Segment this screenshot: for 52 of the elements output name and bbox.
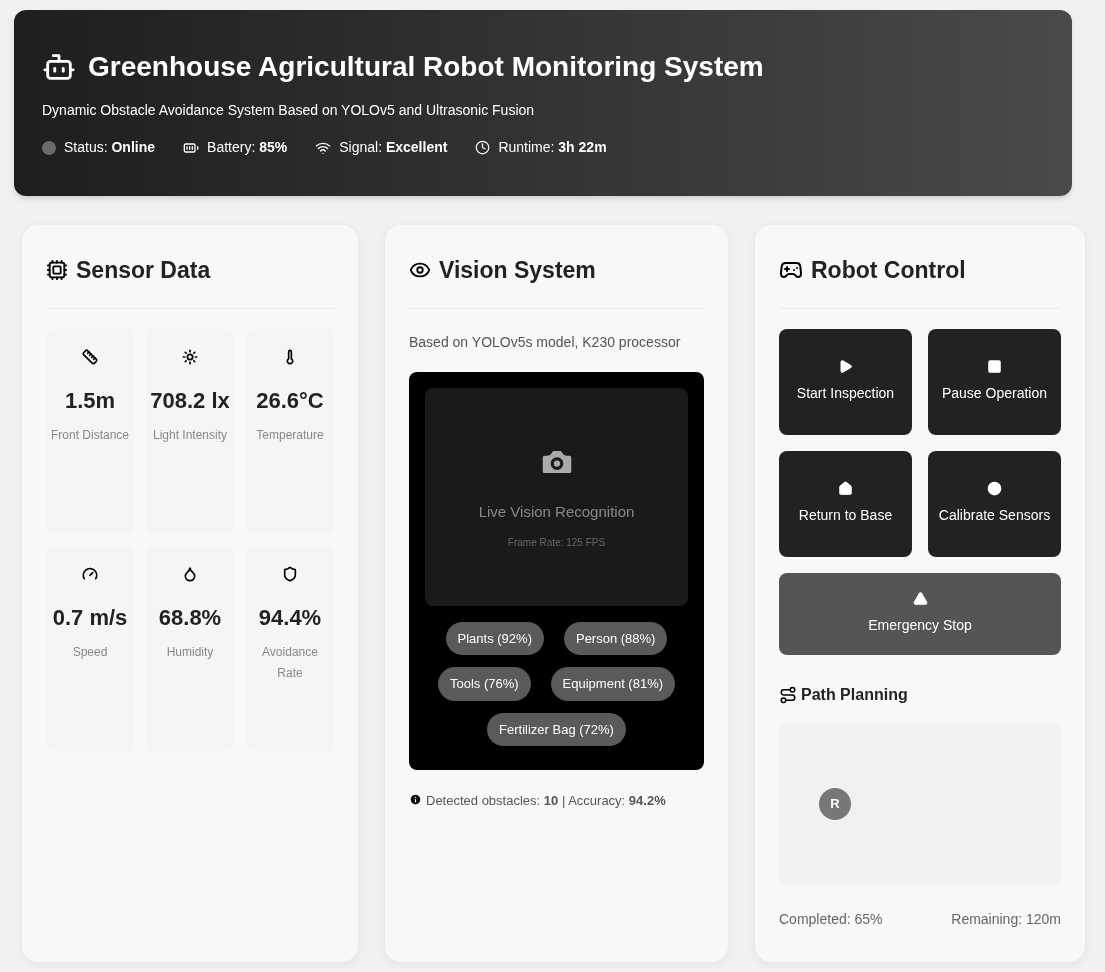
- sensor-value: 0.7 m/s: [52, 603, 128, 632]
- sensor-label: Humidity: [165, 643, 215, 661]
- control-button[interactable]: Pause Operation: [928, 328, 1061, 435]
- page-title: Greenhouse Agricultural Robot Monitoring System: [88, 50, 764, 84]
- control-button[interactable]: Return to Base: [779, 450, 912, 557]
- sensor-value: 1.5m: [64, 386, 116, 415]
- sensor-value: 94.4%: [258, 603, 322, 632]
- frame-rate: Frame Rate: 125 FPS: [507, 536, 606, 551]
- feed-title: Live Vision Recognition: [478, 501, 635, 522]
- sun-icon: [182, 348, 198, 365]
- warning-icon: [912, 591, 928, 606]
- detection-tag: Tools (76%): [437, 667, 531, 701]
- panel-title: Sensor Data: [76, 256, 211, 285]
- shield-icon: [282, 565, 298, 582]
- distance-remaining: Remaining: 120m: [951, 909, 1061, 929]
- section-title: Path Planning: [801, 684, 908, 705]
- info-icon: [409, 793, 422, 806]
- sensor-value: 708.2 lx: [150, 386, 230, 415]
- robot-marker: R: [819, 787, 851, 820]
- control-button[interactable]: Start Inspection: [779, 328, 912, 435]
- sensor-label: Speed: [71, 643, 109, 661]
- progress-completed: Completed: 65%: [779, 909, 883, 929]
- sensor-value: 26.6°C: [256, 386, 324, 415]
- detection-tag: Equipment (81%): [550, 667, 676, 701]
- status-item: Battery: 85%: [207, 138, 288, 157]
- route-icon: [779, 685, 797, 704]
- ruler-icon: [82, 348, 98, 365]
- play-icon: [838, 359, 853, 374]
- sensor-label: Front Distance: [50, 426, 130, 444]
- gauge-icon: [82, 565, 98, 582]
- detection-summary: Detected obstacles: 10 | Accuracy: 94.2%: [426, 792, 666, 810]
- sensor-value: 68.8%: [158, 603, 222, 632]
- sensor-label: Temperature: [255, 426, 325, 444]
- sensor-label: Avoidance Rate: [261, 643, 319, 682]
- sensor-label: Light Intensity: [151, 426, 228, 444]
- status-item: Signal: Excellent: [339, 138, 448, 157]
- detection-tag: Person (88%): [563, 621, 668, 655]
- status-item: Runtime: 3h 22m: [498, 138, 607, 157]
- home-icon: [838, 481, 853, 496]
- stop-icon: [987, 359, 1002, 374]
- page-subtitle: Dynamic Obstacle Avoidance System Based on YOLOv5 and Ultrasonic Fusion: [42, 101, 536, 120]
- control-button[interactable]: Emergency Stop: [779, 572, 1061, 655]
- detection-tag: Plants (92%): [445, 621, 544, 655]
- panel-title: Vision System: [439, 256, 596, 285]
- control-button[interactable]: Calibrate Sensors: [928, 450, 1061, 557]
- clock-icon: [475, 140, 491, 155]
- panel-title: Robot Control: [811, 256, 966, 285]
- status-item: Status: Online: [64, 138, 156, 157]
- vision-description: Based on YOLOv5s model, K230 processor: [409, 332, 682, 352]
- droplet-icon: [182, 565, 198, 582]
- detection-tag: Fertilizer Bag (72%): [487, 712, 626, 746]
- chip-icon: [46, 259, 68, 282]
